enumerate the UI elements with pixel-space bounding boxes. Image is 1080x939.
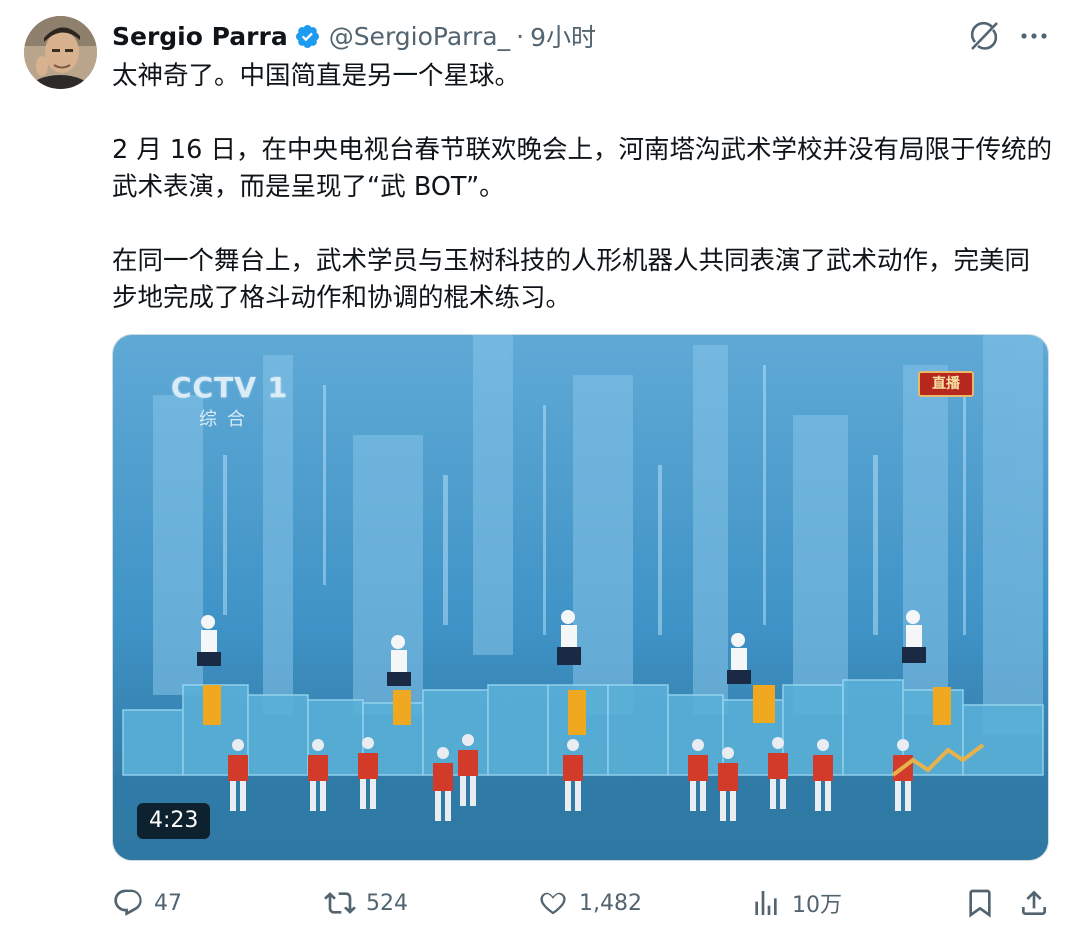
author-name[interactable]: Sergio Parra bbox=[112, 22, 288, 51]
views-button[interactable]: 10万 bbox=[750, 882, 842, 924]
tweet-card: Sergio Parra @SergioParra_ · 9小时 太神奇了。中国… bbox=[0, 0, 1080, 939]
retweet-icon bbox=[324, 892, 356, 914]
video-duration: 4:23 bbox=[137, 803, 211, 839]
live-badge: 直播 bbox=[918, 371, 974, 397]
author-handle[interactable]: @SergioParra_ bbox=[329, 22, 510, 51]
bookmark-icon bbox=[969, 889, 991, 918]
share-icon bbox=[1022, 890, 1046, 915]
reply-button[interactable]: 47 bbox=[112, 882, 182, 924]
tweet-paragraph-3: 在同一个舞台上，武术学员与玉树科技的人形机器人共同表演了武术动作，完美同步地完成… bbox=[112, 246, 1031, 313]
like-icon bbox=[540, 892, 566, 915]
like-count: 1,482 bbox=[579, 890, 642, 916]
views-count: 10万 bbox=[792, 893, 842, 918]
channel-logo: CCTV 1 bbox=[171, 371, 289, 404]
retweet-count: 524 bbox=[366, 890, 408, 916]
retweet-button[interactable]: 524 bbox=[324, 882, 408, 924]
tweet-header: Sergio Parra @SergioParra_ · 9小时 bbox=[112, 18, 596, 54]
action-bar: 47 524 1,482 10万 bbox=[112, 882, 1052, 924]
timestamp[interactable]: 9小时 bbox=[530, 18, 596, 54]
bookmark-button[interactable] bbox=[964, 882, 996, 924]
video-player[interactable]: CCTV 1 综合 直播 4:23 bbox=[112, 334, 1049, 861]
tweet-text: 太神奇了。中国简直是另一个星球。 2 月 16 日，在中央电视台春节联欢晚会上，… bbox=[112, 58, 1052, 317]
more-options-icon[interactable] bbox=[1016, 18, 1052, 54]
reply-count: 47 bbox=[154, 890, 182, 916]
avatar[interactable] bbox=[24, 16, 97, 89]
channel-subtitle: 综合 bbox=[199, 409, 255, 430]
like-button[interactable]: 1,482 bbox=[537, 882, 642, 924]
verified-badge-icon bbox=[294, 23, 321, 50]
views-icon bbox=[755, 891, 777, 915]
grok-icon[interactable] bbox=[966, 18, 1002, 54]
tweet-paragraph-1: 太神奇了。中国简直是另一个星球。 bbox=[112, 61, 521, 91]
separator-dot: · bbox=[516, 21, 525, 51]
reply-icon bbox=[114, 889, 142, 916]
tweet-paragraph-2: 2 月 16 日，在中央电视台春节联欢晚会上，河南塔沟武术学校并没有局限于传统的… bbox=[112, 135, 1052, 202]
share-button[interactable] bbox=[1018, 882, 1050, 924]
